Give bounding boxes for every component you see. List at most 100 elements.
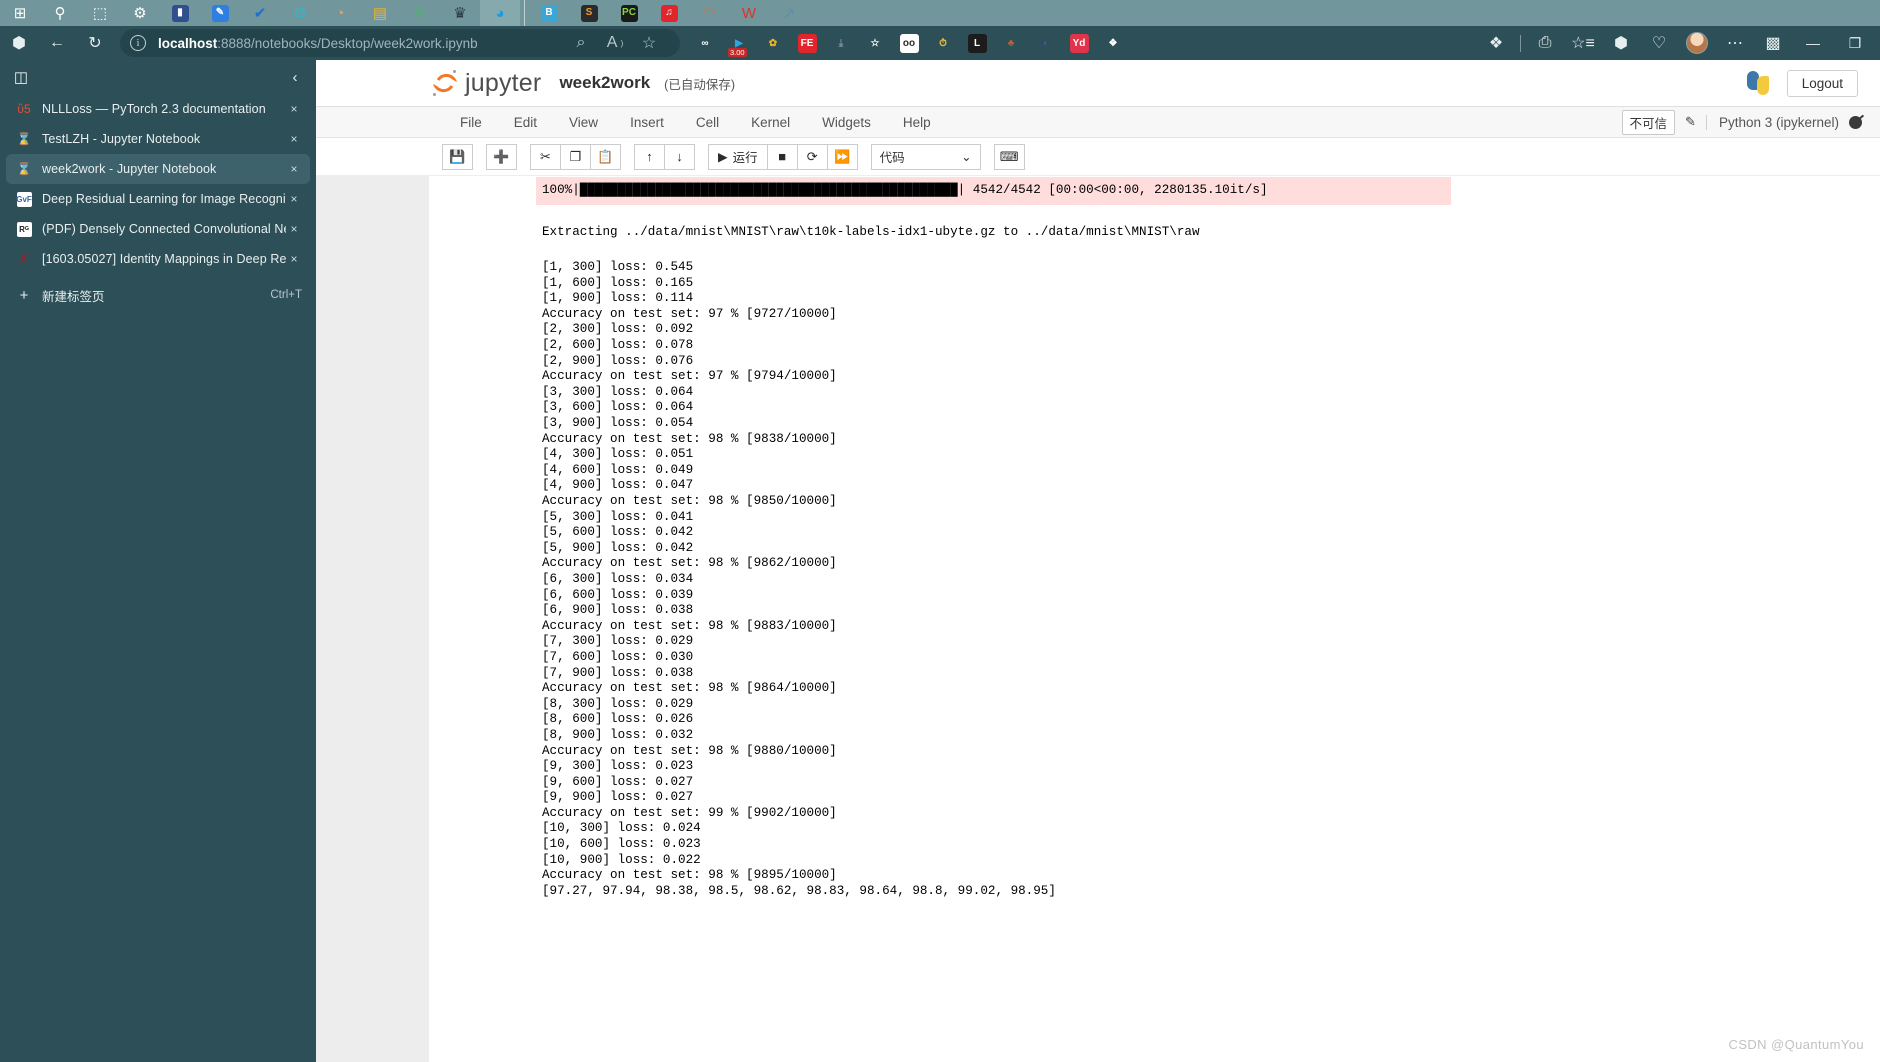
logout-button[interactable]: Logout: [1786, 69, 1858, 97]
menu-widgets[interactable]: Widgets: [806, 107, 887, 138]
restart-kernel-button[interactable]: ⟳: [796, 143, 828, 170]
download-ext-icon[interactable]: ⤓: [824, 28, 858, 58]
tree-ext-icon[interactable]: ♣: [994, 28, 1028, 58]
close-tab-icon[interactable]: ×: [286, 252, 302, 266]
collapse-sidebar-icon[interactable]: ‹: [282, 64, 308, 90]
more-options-icon[interactable]: ⋯: [1716, 28, 1754, 58]
icon-glyph: ⏱: [939, 37, 947, 49]
menu-file[interactable]: File: [444, 107, 498, 138]
kernel-name[interactable]: Python 3 (ipykernel): [1705, 114, 1839, 130]
notebook-title[interactable]: week2work: [559, 73, 650, 93]
file-explorer-icon[interactable]: ▤: [360, 0, 400, 26]
new-tab-button[interactable]: + 新建标签页 Ctrl+T: [6, 280, 310, 310]
zoom-icon[interactable]: ⌕: [564, 28, 598, 58]
tab-item[interactable]: ⌛ week2work - Jupyter Notebook ×: [6, 154, 310, 184]
youdao-ext-icon[interactable]: Yd: [1062, 28, 1096, 58]
jupyter-brand[interactable]: jupyter: [430, 69, 541, 98]
move-cell-down-button[interactable]: ↓: [664, 143, 695, 170]
menu-kernel[interactable]: Kernel: [735, 107, 806, 138]
liner-ext-icon[interactable]: L: [960, 28, 994, 58]
icon-glyph: ♫: [660, 4, 678, 22]
insert-cell-below-button[interactable]: ➕: [486, 143, 517, 170]
menu-cell[interactable]: Cell: [680, 107, 735, 138]
trust-badge[interactable]: 不可信: [1621, 109, 1676, 135]
back-button[interactable]: ←: [38, 28, 76, 58]
colorful-ext-icon[interactable]: ✿: [756, 28, 790, 58]
bookmark-ext-icon[interactable]: ☆: [858, 28, 892, 58]
close-tab-icon[interactable]: ×: [286, 162, 302, 176]
minimize-button[interactable]: —: [1792, 28, 1834, 58]
menu-help[interactable]: Help: [887, 107, 947, 138]
typora-icon[interactable]: ◠: [689, 0, 729, 26]
favorite-star-icon[interactable]: ☆: [632, 28, 666, 58]
cat-app-icon[interactable]: ♛: [440, 0, 480, 26]
search-icon[interactable]: ⚲: [40, 0, 80, 26]
tab-item[interactable]: ὒ5 NLLLoss — PyTorch 2.3 documentation ×: [6, 94, 310, 124]
puzzle-extensions-icon[interactable]: ❖: [1096, 28, 1130, 58]
add-favorites-icon[interactable]: ☆≡: [1564, 28, 1602, 58]
task-view-icon[interactable]: ⬚: [80, 0, 120, 26]
site-info-icon[interactable]: i: [130, 35, 146, 51]
menu-insert[interactable]: Insert: [614, 107, 680, 138]
close-tab-icon[interactable]: ×: [286, 222, 302, 236]
menu-edit[interactable]: Edit: [498, 107, 553, 138]
sidebar-toggle-icon[interactable]: ▩: [1754, 28, 1792, 58]
icon-glyph: ♣: [1007, 37, 1015, 49]
restart-and-run-all-button[interactable]: ⏩: [826, 143, 858, 170]
edge-browser-icon[interactable]: ◕: [480, 0, 520, 26]
search-everything-icon[interactable]: ⚲: [400, 0, 440, 26]
notes-app-icon[interactable]: ✎: [200, 0, 240, 26]
collections-icon[interactable]: ⬢: [1602, 28, 1640, 58]
video-speed-ext-icon[interactable]: ▶ 3.00: [722, 28, 756, 58]
paste-cell-button[interactable]: 📋: [590, 143, 621, 170]
photos-app-icon[interactable]: ◔: [320, 0, 360, 26]
tab-item[interactable]: GᴠF Deep Residual Learning for Image Reco…: [6, 184, 310, 214]
browser-essentials-icon[interactable]: ♡: [1640, 28, 1678, 58]
close-tab-icon[interactable]: ×: [286, 102, 302, 116]
toolbar-group-run: ▶ 运行 ■ ⟳ ⏩: [708, 143, 858, 170]
icon-glyph: ⤓: [838, 37, 844, 49]
chart-app-icon[interactable]: ↗: [769, 0, 809, 26]
clock-ext-icon[interactable]: ⏱: [926, 28, 960, 58]
tab-item[interactable]: ✗ [1603.05027] Identity Mappings in Deep …: [6, 244, 310, 274]
bilibili-icon[interactable]: B: [529, 0, 569, 26]
vertical-tabs-toggle-icon[interactable]: ◫: [8, 64, 34, 90]
wps-office-icon[interactable]: W: [729, 0, 769, 26]
settings-gear-icon[interactable]: ⚙: [120, 0, 160, 26]
cut-cell-button[interactable]: ✂: [530, 143, 561, 170]
close-tab-icon[interactable]: ×: [286, 192, 302, 206]
output-log-line: Accuracy on test set: 97 % [9794/10000]: [542, 369, 837, 384]
oo-ext-icon[interactable]: oo: [892, 28, 926, 58]
puzzle-extensions-icon[interactable]: ❖: [1477, 28, 1515, 58]
reload-button[interactable]: ↻: [76, 28, 114, 58]
save-button[interactable]: 💾: [442, 143, 473, 170]
avatar[interactable]: [1678, 28, 1716, 58]
tab-item[interactable]: ⌛ TestLZH - Jupyter Notebook ×: [6, 124, 310, 154]
copilot-icon[interactable]: ⬢: [0, 28, 38, 58]
fe-helper-ext-icon[interactable]: FE: [790, 28, 824, 58]
cell-type-select[interactable]: 代码 ⌄: [870, 143, 981, 170]
netease-music-icon[interactable]: ♫: [649, 0, 689, 26]
address-bar[interactable]: i localhost:8888/notebooks/Desktop/week2…: [120, 29, 680, 57]
arxiv-icon: ✗: [18, 252, 30, 266]
tab-item[interactable]: Rᴳ (PDF) Densely Connected Convolutional …: [6, 214, 310, 244]
sublime-text-icon[interactable]: S: [569, 0, 609, 26]
simplify-ext-icon[interactable]: ◖: [1028, 28, 1062, 58]
restore-button[interactable]: ❐: [1834, 28, 1876, 58]
interrupt-kernel-button[interactable]: ■: [766, 143, 798, 170]
pencil-icon[interactable]: ✎: [1685, 114, 1696, 130]
close-tab-icon[interactable]: ×: [286, 132, 302, 146]
menu-view[interactable]: View: [553, 107, 614, 138]
tools-gear-icon[interactable]: ⚙: [280, 0, 320, 26]
command-palette-button[interactable]: ⌨: [993, 143, 1025, 170]
read-aloud-icon[interactable]: A ): [598, 28, 632, 58]
move-cell-up-button[interactable]: ↑: [634, 143, 665, 170]
copy-cell-button[interactable]: ❐: [560, 143, 591, 170]
check-app-icon[interactable]: ✔: [240, 0, 280, 26]
book-reader-icon[interactable]: ▮: [160, 0, 200, 26]
windows-start-icon[interactable]: ⊞: [0, 0, 40, 26]
pycharm-icon[interactable]: PC: [609, 0, 649, 26]
split-screen-icon[interactable]: ⎙: [1526, 28, 1564, 58]
run-cell-button[interactable]: ▶ 运行: [708, 143, 768, 170]
infinity-ext-icon[interactable]: ∞: [688, 28, 722, 58]
